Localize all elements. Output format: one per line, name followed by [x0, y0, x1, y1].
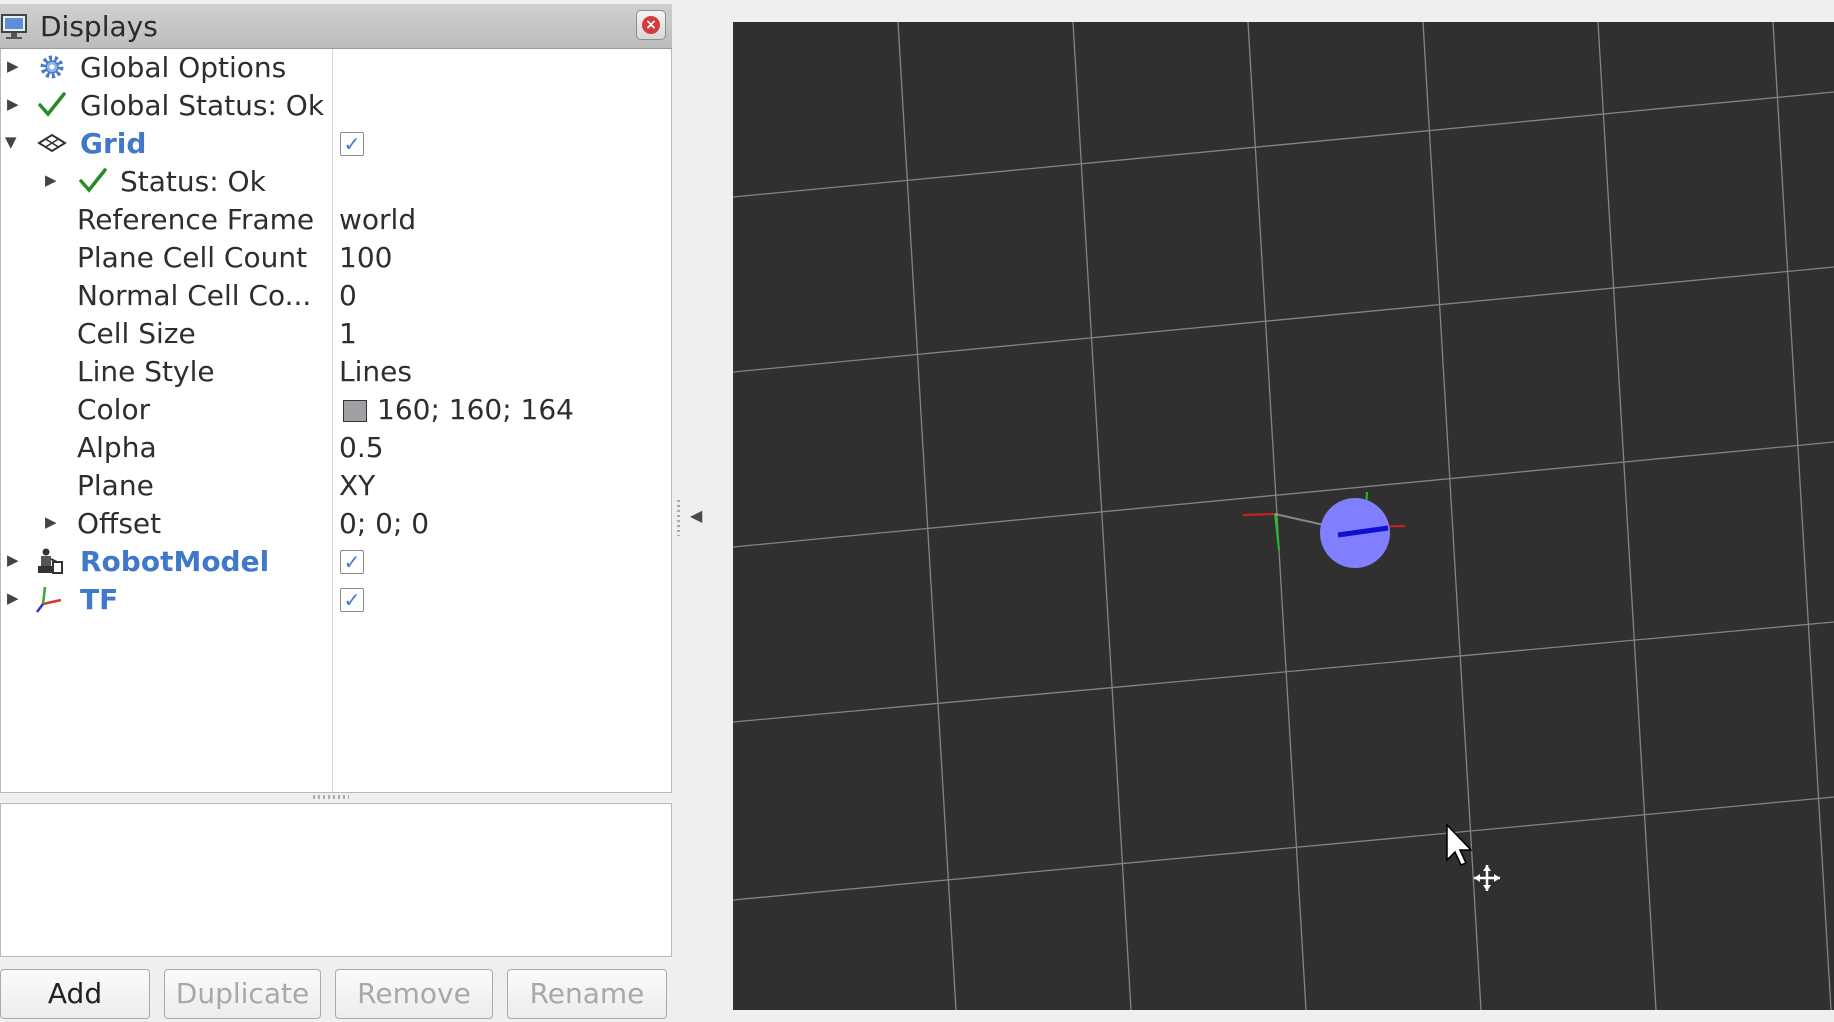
- property-value[interactable]: Lines: [339, 353, 412, 391]
- description-box: [0, 803, 672, 957]
- panel-resize-handle[interactable]: [677, 500, 680, 536]
- tree-label: Global Status: Ok: [80, 89, 325, 122]
- remove-button[interactable]: Remove: [335, 969, 493, 1019]
- tree-row-robotmodel[interactable]: ▶ RobotModel ✓: [1, 543, 671, 581]
- tree-label: Global Options: [80, 51, 287, 84]
- axes-icon: [36, 586, 62, 613]
- property-color[interactable]: Color 160; 160; 164: [1, 391, 671, 429]
- robot-icon: [38, 548, 63, 574]
- tree-row-global-status[interactable]: ▶ Global Status: Ok: [1, 87, 671, 125]
- property-reference-frame[interactable]: Reference Frame world: [1, 201, 671, 239]
- property-value[interactable]: XY: [339, 467, 375, 505]
- property-label: Cell Size: [77, 317, 196, 350]
- splitter-handle[interactable]: [313, 795, 349, 799]
- display-tree[interactable]: ▶ Global Options ▶ Global Status: Ok ▼ G…: [0, 49, 672, 793]
- property-label: Plane: [77, 469, 154, 502]
- gear-icon: [40, 55, 64, 79]
- expand-arrow-icon[interactable]: ▶: [7, 551, 19, 569]
- property-plane-cell-count[interactable]: Plane Cell Count 100: [1, 239, 671, 277]
- property-value[interactable]: world: [339, 201, 416, 239]
- property-label: Color: [77, 393, 151, 426]
- render-viewport[interactable]: [733, 22, 1834, 1010]
- duplicate-button[interactable]: Duplicate: [164, 969, 321, 1019]
- expand-arrow-icon[interactable]: ▶: [7, 95, 19, 113]
- grid-enabled-checkbox[interactable]: ✓: [340, 132, 364, 156]
- robot-model: [1320, 491, 1406, 568]
- tree-label: TF: [80, 583, 119, 616]
- check-icon: [79, 168, 107, 193]
- property-offset[interactable]: ▶ Offset 0; 0; 0: [1, 505, 671, 543]
- property-plane[interactable]: Plane XY: [1, 467, 671, 505]
- tree-label: Status: Ok: [120, 165, 266, 198]
- collapse-arrow-icon[interactable]: ▼: [5, 133, 17, 151]
- close-icon: ×: [642, 16, 660, 34]
- check-icon: [38, 92, 66, 117]
- expand-arrow-icon[interactable]: ▶: [7, 57, 19, 75]
- property-normal-cell-count[interactable]: Normal Cell Co... 0: [1, 277, 671, 315]
- property-label: Normal Cell Co...: [77, 279, 312, 312]
- property-label: Reference Frame: [77, 203, 315, 236]
- tree-row-global-options[interactable]: ▶ Global Options: [1, 49, 671, 87]
- panel-title: Displays: [40, 10, 158, 43]
- expand-arrow-icon[interactable]: ▶: [45, 513, 57, 531]
- tree-row-grid-status[interactable]: ▶ Status: Ok: [1, 163, 671, 201]
- add-button[interactable]: Add: [0, 969, 150, 1019]
- tree-label: Grid: [80, 127, 147, 160]
- property-label: Alpha: [77, 431, 157, 464]
- tf-frame-world: [1242, 513, 1334, 551]
- monitor-icon: [1, 14, 27, 39]
- property-label: Offset: [77, 507, 162, 540]
- rename-button[interactable]: Rename: [507, 969, 667, 1019]
- property-cell-size[interactable]: Cell Size 1: [1, 315, 671, 353]
- robotmodel-enabled-checkbox[interactable]: ✓: [340, 550, 364, 574]
- property-value[interactable]: 1: [339, 315, 357, 353]
- property-value[interactable]: 0; 0; 0: [339, 505, 429, 543]
- expand-arrow-icon[interactable]: ▶: [7, 589, 19, 607]
- tree-row-grid[interactable]: ▼ Grid ✓: [1, 125, 671, 163]
- tree-label: RobotModel: [80, 545, 270, 578]
- property-label: Line Style: [77, 355, 215, 388]
- grid-canvas: [733, 22, 1834, 1010]
- property-value[interactable]: 100: [339, 239, 392, 277]
- property-value[interactable]: 0: [339, 277, 357, 315]
- property-label: Plane Cell Count: [77, 241, 308, 274]
- close-button[interactable]: ×: [636, 10, 666, 40]
- property-alpha[interactable]: Alpha 0.5: [1, 429, 671, 467]
- displays-panel: Displays × ▶ Global Options ▶ Global Sta…: [0, 0, 674, 1022]
- grid-icon: [37, 133, 67, 153]
- panel-titlebar[interactable]: Displays ×: [0, 4, 672, 49]
- collapse-panel-icon[interactable]: ◀: [690, 506, 702, 525]
- tree-row-tf[interactable]: ▶ TF ✓: [1, 581, 671, 619]
- property-value[interactable]: 160; 160; 164: [377, 391, 574, 429]
- expand-arrow-icon[interactable]: ▶: [45, 171, 57, 189]
- property-line-style[interactable]: Line Style Lines: [1, 353, 671, 391]
- color-swatch[interactable]: [343, 400, 367, 422]
- property-value[interactable]: 0.5: [339, 429, 384, 467]
- tf-enabled-checkbox[interactable]: ✓: [340, 588, 364, 612]
